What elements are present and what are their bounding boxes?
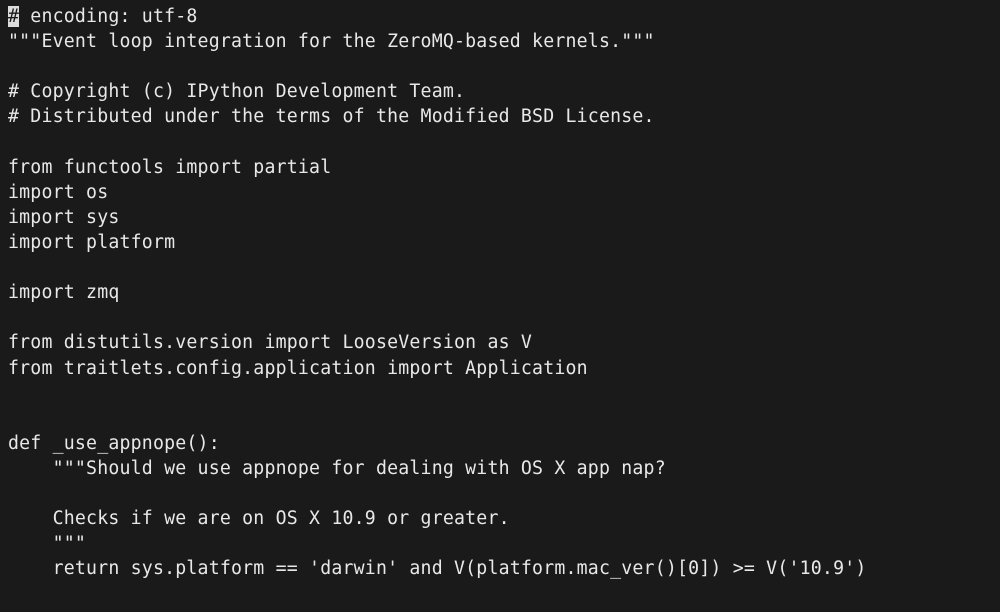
code-editor[interactable]: # encoding: utf-8 """Event loop integrat…	[0, 0, 1000, 590]
code-line: import zmq	[8, 282, 120, 303]
code-line: from distutils.version import LooseVersi…	[8, 332, 532, 353]
code-line: """Should we use appnope for dealing wit…	[8, 458, 666, 479]
cursor-block: #	[8, 6, 19, 27]
code-line: # Distributed under the terms of the Mod…	[8, 106, 655, 127]
code-line: # Copyright (c) IPython Development Team…	[8, 81, 465, 102]
code-line: Checks if we are on OS X 10.9 or greater…	[8, 508, 510, 529]
code-line: """Event loop integration for the ZeroMQ…	[8, 31, 655, 52]
code-line: return sys.platform == 'darwin' and V(pl…	[8, 558, 867, 579]
code-line: def _use_appnope():	[8, 433, 220, 454]
code-line: import sys	[8, 207, 120, 228]
code-line: import platform	[8, 232, 175, 253]
code-line: encoding: utf-8	[19, 6, 197, 27]
code-line: from traitlets.config.application import…	[8, 358, 588, 379]
code-line: """	[8, 533, 86, 554]
code-line: import os	[8, 182, 108, 203]
code-line: from functools import partial	[8, 157, 331, 178]
